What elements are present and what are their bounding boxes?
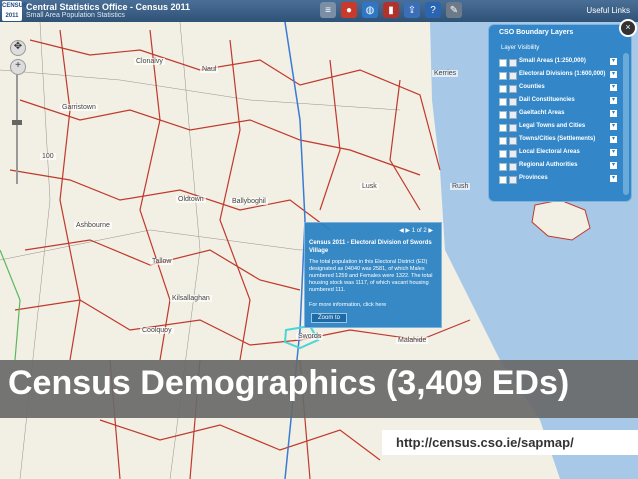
expand-arrow-icon[interactable]: ▾: [610, 149, 617, 156]
zoom-in-button[interactable]: +: [10, 59, 26, 75]
layer-item[interactable]: Towns/Cities (Settlements) ▾: [499, 135, 617, 146]
layer-checkbox[interactable]: [499, 150, 507, 158]
expand-arrow-icon[interactable]: ▾: [610, 110, 617, 117]
help-icon[interactable]: ?: [425, 2, 441, 18]
layer-icon: [509, 72, 517, 80]
place-label: 100: [40, 153, 56, 160]
close-icon[interactable]: ×: [619, 19, 637, 37]
pan-icon[interactable]: ✥: [10, 40, 26, 56]
expand-arrow-icon[interactable]: ▾: [610, 58, 617, 65]
globe-icon[interactable]: ◍: [362, 2, 378, 18]
zoom-slider-handle[interactable]: [12, 120, 22, 125]
layer-item[interactable]: Electoral Divisions (1:600,000) ▾: [499, 70, 617, 81]
place-label: Kerries: [432, 70, 459, 77]
layer-item[interactable]: Legal Towns and Cities ▾: [499, 122, 617, 133]
app-subtitle: Small Area Population Statistics: [26, 12, 125, 19]
zoom-slider[interactable]: [16, 74, 18, 184]
panel-scrollbar[interactable]: [623, 53, 629, 195]
useful-links[interactable]: Useful Links: [586, 6, 630, 15]
banner-title: Census Demographics (3,409 EDs): [8, 364, 570, 402]
zoom-control: ✥ +: [10, 40, 26, 78]
panel-title: CSO Boundary Layers: [499, 29, 574, 36]
layer-checkbox[interactable]: [499, 59, 507, 67]
expand-arrow-icon[interactable]: ▾: [610, 136, 617, 143]
layer-item[interactable]: Gaeltacht Areas ▾: [499, 109, 617, 120]
place-label: Kilsallaghan: [170, 295, 212, 302]
zoom-to-button[interactable]: Zoom to: [311, 313, 348, 323]
layer-checkbox[interactable]: [499, 124, 507, 132]
place-label: Lusk: [360, 183, 379, 190]
layer-icon: [509, 137, 517, 145]
layer-checkbox[interactable]: [499, 176, 507, 184]
place-label: Tallow: [150, 258, 174, 265]
place-label: Coolquoy: [140, 327, 174, 334]
layer-checkbox[interactable]: [499, 137, 507, 145]
layer-icon: [509, 163, 517, 171]
app-header: CENSUS 2011 Central Statistics Office - …: [0, 0, 638, 22]
layer-visibility-label: Layer Visibility: [501, 45, 540, 51]
layer-item[interactable]: Small Areas (1:250,000) ▾: [499, 57, 617, 68]
place-label: Clonalvy: [134, 58, 165, 65]
place-label: Ashbourne: [74, 222, 112, 229]
expand-arrow-icon[interactable]: ▾: [610, 84, 617, 91]
layer-item[interactable]: Local Electoral Areas ▾: [499, 148, 617, 159]
expand-arrow-icon[interactable]: ▾: [610, 71, 617, 78]
layer-item[interactable]: Provinces ▾: [499, 174, 617, 185]
popup-body: The total population in this Electoral D…: [309, 259, 433, 293]
place-label: Ballyboghil: [230, 198, 268, 205]
layer-checkbox[interactable]: [499, 111, 507, 119]
place-label: Oldtown: [176, 196, 206, 203]
layer-icon: [509, 59, 517, 67]
layer-checkbox[interactable]: [499, 98, 507, 106]
popup-pager[interactable]: ◀ ▶ 1 of 2 ▶: [399, 227, 433, 234]
place-label: Rush: [450, 183, 471, 190]
place-label: Malahide: [396, 337, 429, 344]
layer-item[interactable]: Regional Authorities ▾: [499, 161, 617, 172]
info-popup: ◀ ▶ 1 of 2 ▶ Census 2011 - Electoral Div…: [304, 222, 442, 328]
layer-icon: [509, 124, 517, 132]
expand-arrow-icon[interactable]: ▾: [610, 97, 617, 104]
boundary-layers-panel: CSO Boundary Layers × Layer Visibility S…: [488, 19, 637, 202]
place-label: Garristown: [60, 104, 98, 111]
layer-icon: [509, 176, 517, 184]
book-icon[interactable]: ▮: [383, 2, 399, 18]
layer-icon: [509, 111, 517, 119]
popup-title: Census 2011 - Electoral Division of Swor…: [309, 240, 432, 254]
layer-icon: [509, 150, 517, 158]
layer-checkbox[interactable]: [499, 163, 507, 171]
layer-checkbox[interactable]: [499, 85, 507, 93]
more-info-link[interactable]: For more information, click here: [309, 302, 386, 308]
app-title: Central Statistics Office - Census 2011: [26, 2, 191, 12]
place-label: Naul: [200, 66, 219, 73]
expand-arrow-icon[interactable]: ▾: [610, 123, 617, 130]
layers-icon[interactable]: ≡: [320, 2, 336, 18]
export-icon[interactable]: ⇪: [404, 2, 420, 18]
census-logo: CENSUS 2011: [2, 1, 28, 21]
expand-arrow-icon[interactable]: ▾: [610, 175, 617, 182]
tools-icon[interactable]: ✎: [446, 2, 462, 18]
layer-icon: [509, 98, 517, 106]
source-url: http://census.cso.ie/sapmap/: [382, 430, 638, 455]
location-pin-icon[interactable]: ●: [341, 2, 357, 18]
layer-checkbox[interactable]: [499, 72, 507, 80]
toolbar: ≡ ● ◍ ▮ ⇪ ? ✎: [320, 2, 462, 18]
place-label: Swords: [296, 333, 324, 340]
layer-item[interactable]: Dail Constituencies ▾: [499, 96, 617, 107]
layer-item[interactable]: Counties ▾: [499, 83, 617, 94]
layer-icon: [509, 85, 517, 93]
expand-arrow-icon[interactable]: ▾: [610, 162, 617, 169]
